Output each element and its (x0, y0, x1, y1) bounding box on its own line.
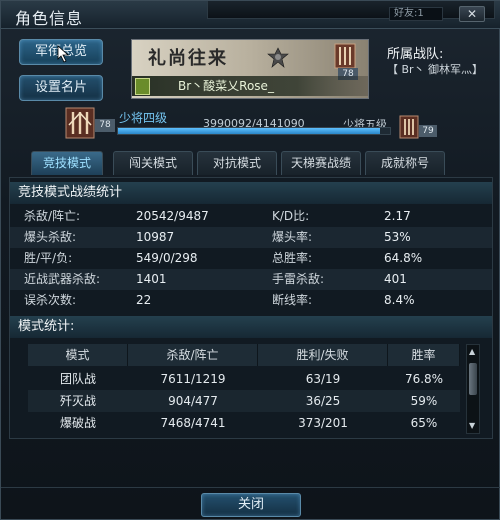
current-rank-level: 78 (95, 119, 115, 132)
experience-bar-fill (118, 128, 380, 134)
tab-challenge[interactable]: 闯关模式 (113, 151, 193, 175)
stats-panel: 竞技模式战绩统计 杀敌/阵亡: 20542/9487 K/D比: 2.17 爆头… (9, 177, 493, 439)
next-rank-insignia-icon (399, 115, 419, 139)
eagle-emblem-icon (267, 47, 289, 68)
stat-label: 误杀次数: (24, 293, 77, 307)
stat-label: 杀敌/阵亡: (24, 209, 81, 223)
stat-label: 爆头率: (272, 230, 313, 244)
tab-achievements[interactable]: 成就称号 (365, 151, 445, 175)
stat-label: 近战武器杀敌: (24, 272, 101, 286)
stat-row: 近战武器杀敌: 1401 手雷杀敌: 401 (10, 269, 492, 290)
scrollbar-thumb[interactable] (469, 363, 477, 395)
mode-winrate: 65% (410, 416, 438, 430)
stat-value: 401 (384, 272, 407, 286)
mode-kd: 904/477 (168, 394, 218, 408)
stat-value: 1401 (136, 272, 167, 286)
tab-competitive[interactable]: 竞技模式 (31, 151, 103, 175)
stat-value: 64.8% (384, 251, 423, 265)
stat-label: K/D比: (272, 209, 310, 223)
title-bar: 角色信息 好友:1 ✕ (1, 1, 500, 29)
mode-tabs: 竞技模式 闯关模式 对抗模式 天梯赛战绩 成就称号 (9, 151, 493, 175)
stats-section-title: 竞技模式战绩统计 (10, 182, 492, 204)
card-player-name: Br丶酸菜乂Rose_ (132, 76, 368, 96)
stat-label: 断线率: (272, 293, 313, 307)
stat-value: 549/0/298 (136, 251, 198, 265)
scroll-down-icon[interactable]: ▼ (469, 421, 475, 430)
close-button[interactable]: 关闭 (201, 493, 301, 517)
name-card: 礼尚往来 78 Br丶酸菜乂Rose_ (131, 39, 369, 99)
stat-label: 胜/平/负: (24, 251, 73, 265)
stat-label: 总胜率: (272, 251, 313, 265)
mode-stats-section-title: 模式统计: (10, 316, 492, 338)
friends-count: 好友:1 (389, 7, 443, 21)
mode-winrate: 76.8% (404, 372, 444, 386)
stat-value: 8.4% (384, 293, 415, 307)
current-rank-insignia-icon (65, 107, 95, 139)
stat-value: 53% (384, 230, 411, 244)
mode-winloss: 36/25 (305, 394, 341, 408)
stat-value: 2.17 (384, 209, 411, 223)
scroll-up-icon[interactable]: ▲ (469, 347, 475, 356)
stat-value: 20542/9487 (136, 209, 209, 223)
column-header-winrate: 胜率 (388, 344, 460, 366)
card-title: 礼尚往来 (148, 48, 228, 69)
table-row: 歼灭战 904/477 36/25 59% (28, 390, 460, 412)
rank-insignia-icon (334, 43, 356, 69)
stat-label: 爆头杀敌: (24, 230, 77, 244)
close-window-button[interactable]: ✕ (459, 6, 485, 22)
sidebar-item-set-card[interactable]: 设置名片 (19, 75, 103, 101)
mode-winrate: 59% (410, 394, 438, 408)
stat-row: 胜/平/负: 549/0/298 总胜率: 64.8% (10, 248, 492, 269)
mode-kd: 7468/4741 (160, 416, 226, 430)
current-rank-name: 少将四级 (119, 111, 168, 125)
character-info-window: 角色信息 好友:1 ✕ 军衔总览 设置名片 礼尚往来 78 Br丶酸菜乂Rose… (0, 0, 500, 520)
window-title: 角色信息 (15, 9, 84, 28)
column-header-kd: 杀敌/阵亡 (128, 344, 258, 366)
column-header-winloss: 胜利/失败 (258, 344, 388, 366)
mode-name: 爆破战 (59, 416, 96, 430)
experience-bar (117, 127, 391, 135)
mode-stats-scrollbar[interactable]: ▲ ▼ (466, 344, 480, 434)
stat-row: 杀敌/阵亡: 20542/9487 K/D比: 2.17 (10, 206, 492, 227)
table-row: 爆破战 7468/4741 373/201 65% (28, 412, 460, 434)
footer-divider (1, 487, 500, 488)
mode-winloss: 373/201 (298, 416, 348, 430)
stat-row: 误杀次数: 22 断线率: 8.4% (10, 290, 492, 311)
stat-value: 10987 (136, 230, 175, 244)
card-badge-icon (135, 78, 150, 95)
team-name: 【 Br丶 御林军灬】 (387, 63, 484, 76)
mode-stats-table: 模式 杀敌/阵亡 胜利/失败 胜率 团队战 7611/1219 63/19 76… (28, 344, 460, 436)
team-label: 所属战队: (387, 47, 444, 62)
next-rank-level: 79 (419, 125, 437, 137)
table-row: 团队战 7611/1219 63/19 76.8% (28, 368, 460, 390)
mouse-cursor-icon (57, 45, 70, 63)
mode-winloss: 63/19 (305, 372, 341, 386)
tab-ladder[interactable]: 天梯赛战绩 (281, 151, 361, 175)
mode-kd: 7611/1219 (160, 372, 226, 386)
stat-row: 爆头杀敌: 10987 爆头率: 53% (10, 227, 492, 248)
stat-label: 手雷杀敌: (272, 272, 325, 286)
column-header-mode: 模式 (28, 344, 128, 366)
stat-value: 22 (136, 293, 152, 307)
mode-name: 团队战 (59, 372, 96, 386)
mode-name: 歼灭战 (59, 394, 96, 408)
title-tab-strip (207, 1, 495, 19)
tab-versus[interactable]: 对抗模式 (197, 151, 277, 175)
